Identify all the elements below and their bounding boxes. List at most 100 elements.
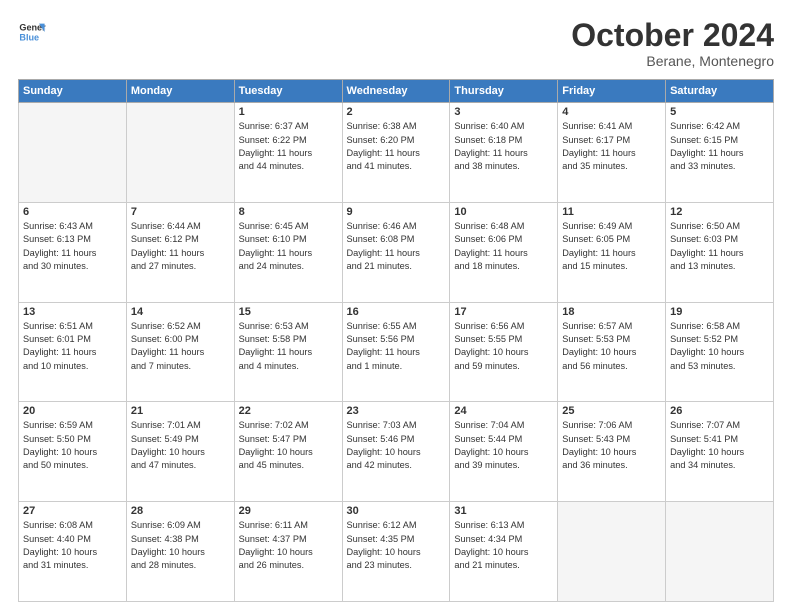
day-cell: 16Sunrise: 6:55 AM Sunset: 5:56 PM Dayli… xyxy=(342,302,450,402)
day-cell: 7Sunrise: 6:44 AM Sunset: 6:12 PM Daylig… xyxy=(126,202,234,302)
day-info: Sunrise: 7:02 AM Sunset: 5:47 PM Dayligh… xyxy=(239,419,338,472)
day-cell: 6 Sunrise: 6:43 AM Sunset: 6:13 PM Daylig… xyxy=(19,202,127,302)
day-number: 14 xyxy=(131,306,230,318)
day-cell: 23 Sunrise: 7:03 AM Sunset: 5:46 PM Dayli… xyxy=(342,402,450,502)
header: General Blue October 2024 Berane, Monten… xyxy=(18,18,774,69)
header-tuesday: Tuesday xyxy=(234,80,342,103)
day-number: 10 xyxy=(454,206,553,218)
day-cell xyxy=(666,502,774,602)
day-number: 15 xyxy=(239,306,338,318)
day-cell xyxy=(126,103,234,203)
day-info: Sunrise: 6:52 AM Sunset: 6:00 PM Dayligh… xyxy=(131,320,230,373)
header-sunday: Sunday xyxy=(19,80,127,103)
day-number: 19 xyxy=(670,306,769,318)
day-number: 29 xyxy=(239,505,338,517)
day-info: Sunrise: 6:38 AM Sunset: 6:20 PM Dayligh… xyxy=(347,120,446,173)
day-cell: 15 Sunrise: 6:53 AM Sunset: 5:58 PM Dayli… xyxy=(234,302,342,402)
day-info: Sunrise: 6:40 AM Sunset: 6:18 PM Dayligh… xyxy=(454,120,553,173)
day-cell: 11 Sunrise: 6:49 AM Sunset: 6:05 PM Dayli… xyxy=(558,202,666,302)
day-info: Sunrise: 6:43 AM Sunset: 6:13 PM Dayligh… xyxy=(23,220,122,273)
day-number: 31 xyxy=(454,505,553,517)
day-number: 3 xyxy=(454,106,553,118)
day-cell: 13 Sunrise: 6:51 AM Sunset: 6:01 PM Dayli… xyxy=(19,302,127,402)
day-info: Sunrise: 6:37 AM Sunset: 6:22 PM Dayligh… xyxy=(239,120,338,173)
logo: General Blue xyxy=(18,18,46,46)
day-info: Sunrise: 6:44 AM Sunset: 6:12 PM Dayligh… xyxy=(131,220,230,273)
day-cell: 26 Sunrise: 7:07 AM Sunset: 5:41 PM Dayli… xyxy=(666,402,774,502)
week-row-2: 6 Sunrise: 6:43 AM Sunset: 6:13 PM Daylig… xyxy=(19,202,774,302)
day-info: Sunrise: 6:41 AM Sunset: 6:17 PM Dayligh… xyxy=(562,120,661,173)
day-info: Sunrise: 6:58 AM Sunset: 5:52 PM Dayligh… xyxy=(670,320,769,373)
day-cell: 21 Sunrise: 7:01 AM Sunset: 5:49 PM Dayli… xyxy=(126,402,234,502)
day-info: Sunrise: 6:12 AM Sunset: 4:35 PM Dayligh… xyxy=(347,519,446,572)
day-cell: 14 Sunrise: 6:52 AM Sunset: 6:00 PM Dayli… xyxy=(126,302,234,402)
header-monday: Monday xyxy=(126,80,234,103)
day-cell: 25Sunrise: 7:06 AM Sunset: 5:43 PM Dayli… xyxy=(558,402,666,502)
calendar-page: General Blue October 2024 Berane, Monten… xyxy=(0,0,792,612)
day-info: Sunrise: 6:48 AM Sunset: 6:06 PM Dayligh… xyxy=(454,220,553,273)
day-number: 5 xyxy=(670,106,769,118)
week-row-3: 13 Sunrise: 6:51 AM Sunset: 6:01 PM Dayli… xyxy=(19,302,774,402)
day-info: Sunrise: 6:53 AM Sunset: 5:58 PM Dayligh… xyxy=(239,320,338,373)
header-wednesday: Wednesday xyxy=(342,80,450,103)
week-row-5: 27 Sunrise: 6:08 AM Sunset: 4:40 PM Dayli… xyxy=(19,502,774,602)
day-cell: 9Sunrise: 6:46 AM Sunset: 6:08 PM Daylig… xyxy=(342,202,450,302)
day-info: Sunrise: 6:08 AM Sunset: 4:40 PM Dayligh… xyxy=(23,519,122,572)
day-info: Sunrise: 6:49 AM Sunset: 6:05 PM Dayligh… xyxy=(562,220,661,273)
day-cell: 27 Sunrise: 6:08 AM Sunset: 4:40 PM Dayli… xyxy=(19,502,127,602)
day-info: Sunrise: 7:07 AM Sunset: 5:41 PM Dayligh… xyxy=(670,419,769,472)
day-info: Sunrise: 7:04 AM Sunset: 5:44 PM Dayligh… xyxy=(454,419,553,472)
header-thursday: Thursday xyxy=(450,80,558,103)
day-info: Sunrise: 6:56 AM Sunset: 5:55 PM Dayligh… xyxy=(454,320,553,373)
day-cell: 30Sunrise: 6:12 AM Sunset: 4:35 PM Dayli… xyxy=(342,502,450,602)
day-info: Sunrise: 6:45 AM Sunset: 6:10 PM Dayligh… xyxy=(239,220,338,273)
day-info: Sunrise: 6:13 AM Sunset: 4:34 PM Dayligh… xyxy=(454,519,553,572)
day-info: Sunrise: 6:09 AM Sunset: 4:38 PM Dayligh… xyxy=(131,519,230,572)
day-cell: 1 Sunrise: 6:37 AM Sunset: 6:22 PM Daylig… xyxy=(234,103,342,203)
day-info: Sunrise: 7:06 AM Sunset: 5:43 PM Dayligh… xyxy=(562,419,661,472)
month-title: October 2024 xyxy=(571,18,774,53)
day-info: Sunrise: 7:03 AM Sunset: 5:46 PM Dayligh… xyxy=(347,419,446,472)
day-info: Sunrise: 6:50 AM Sunset: 6:03 PM Dayligh… xyxy=(670,220,769,273)
day-number: 1 xyxy=(239,106,338,118)
week-row-1: 1 Sunrise: 6:37 AM Sunset: 6:22 PM Daylig… xyxy=(19,103,774,203)
title-block: October 2024 Berane, Montenegro xyxy=(571,18,774,69)
day-number: 27 xyxy=(23,505,122,517)
day-info: Sunrise: 7:01 AM Sunset: 5:49 PM Dayligh… xyxy=(131,419,230,472)
header-row: SundayMondayTuesdayWednesdayThursdayFrid… xyxy=(19,80,774,103)
day-number: 26 xyxy=(670,405,769,417)
day-number: 22 xyxy=(239,405,338,417)
day-cell xyxy=(19,103,127,203)
day-number: 4 xyxy=(562,106,661,118)
day-cell: 20Sunrise: 6:59 AM Sunset: 5:50 PM Dayli… xyxy=(19,402,127,502)
day-info: Sunrise: 6:57 AM Sunset: 5:53 PM Dayligh… xyxy=(562,320,661,373)
day-number: 23 xyxy=(347,405,446,417)
day-cell: 19 Sunrise: 6:58 AM Sunset: 5:52 PM Dayli… xyxy=(666,302,774,402)
day-cell: 3 Sunrise: 6:40 AM Sunset: 6:18 PM Daylig… xyxy=(450,103,558,203)
day-number: 6 xyxy=(23,206,122,218)
day-cell: 8Sunrise: 6:45 AM Sunset: 6:10 PM Daylig… xyxy=(234,202,342,302)
day-number: 28 xyxy=(131,505,230,517)
svg-text:Blue: Blue xyxy=(19,32,39,42)
logo-icon: General Blue xyxy=(18,18,46,46)
day-number: 24 xyxy=(454,405,553,417)
day-cell: 31 Sunrise: 6:13 AM Sunset: 4:34 PM Dayli… xyxy=(450,502,558,602)
day-cell xyxy=(558,502,666,602)
day-number: 18 xyxy=(562,306,661,318)
day-number: 9 xyxy=(347,206,446,218)
day-cell: 24 Sunrise: 7:04 AM Sunset: 5:44 PM Dayli… xyxy=(450,402,558,502)
day-cell: 5 Sunrise: 6:42 AM Sunset: 6:15 PM Daylig… xyxy=(666,103,774,203)
day-number: 12 xyxy=(670,206,769,218)
day-info: Sunrise: 6:42 AM Sunset: 6:15 PM Dayligh… xyxy=(670,120,769,173)
day-cell: 22 Sunrise: 7:02 AM Sunset: 5:47 PM Dayli… xyxy=(234,402,342,502)
day-number: 21 xyxy=(131,405,230,417)
day-number: 11 xyxy=(562,206,661,218)
day-number: 13 xyxy=(23,306,122,318)
location: Berane, Montenegro xyxy=(571,53,774,69)
day-info: Sunrise: 6:11 AM Sunset: 4:37 PM Dayligh… xyxy=(239,519,338,572)
day-cell: 29 Sunrise: 6:11 AM Sunset: 4:37 PM Dayli… xyxy=(234,502,342,602)
day-cell: 17Sunrise: 6:56 AM Sunset: 5:55 PM Dayli… xyxy=(450,302,558,402)
day-info: Sunrise: 6:51 AM Sunset: 6:01 PM Dayligh… xyxy=(23,320,122,373)
day-cell: 4 Sunrise: 6:41 AM Sunset: 6:17 PM Daylig… xyxy=(558,103,666,203)
day-cell: 12 Sunrise: 6:50 AM Sunset: 6:03 PM Dayli… xyxy=(666,202,774,302)
